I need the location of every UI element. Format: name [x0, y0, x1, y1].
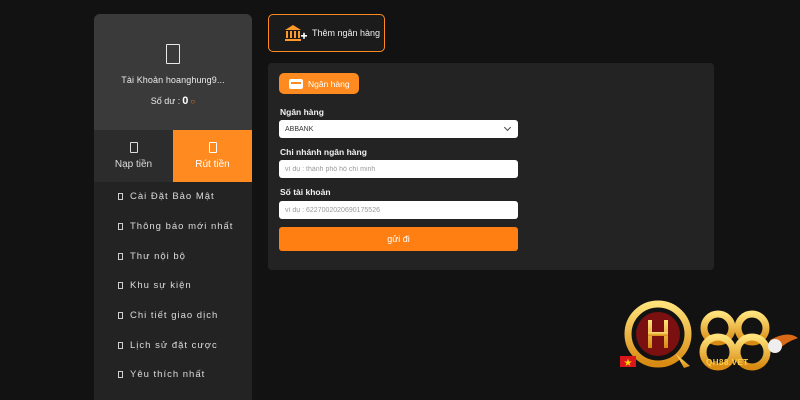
bank-card-icon	[289, 78, 303, 89]
bank-section-tag: Ngân hàng	[279, 73, 359, 94]
withdraw-form-panel: Ngân hàng Ngân hàng ABBANK Chi nhánh ngâ…	[268, 63, 714, 270]
tab-withdraw-label: Rút tiền	[195, 159, 230, 170]
sidebar-item-transactions[interactable]: Chi tiết giao dịch	[94, 301, 252, 331]
tab-withdraw[interactable]: Rút tiền	[173, 130, 252, 182]
account-card: Tài Khoản hoanghung9... Số dư : 0 ○	[94, 14, 252, 130]
tab-deposit-label: Nạp tiền	[114, 159, 153, 170]
bank-section-label: Ngân hàng	[308, 78, 350, 89]
account-name: Tài Khoản hoanghung9...	[121, 75, 225, 85]
account-number-input[interactable]	[279, 201, 518, 219]
favorite-icon	[118, 371, 123, 379]
transaction-icon	[118, 312, 123, 320]
sidebar: Tài Khoản hoanghung9... Số dư : 0 ○ Nạp …	[94, 14, 252, 400]
sidebar-item-label: Cài Đặt Bảo Mật	[130, 191, 215, 203]
brand-logo	[610, 290, 800, 400]
bank-select[interactable]: ABBANK	[279, 120, 518, 138]
add-bank-button[interactable]: Thêm ngân hàng	[268, 14, 385, 52]
branch-field-label: Chi nhánh ngân hàng	[280, 147, 367, 157]
notification-icon	[118, 223, 123, 231]
balance-label: Số dư :	[150, 96, 181, 106]
sidebar-item-label: Thông báo mới nhất	[130, 221, 234, 233]
sidebar-item-label: Lịch sử đặt cược	[130, 339, 218, 351]
add-bank-label: Thêm ngân hàng	[312, 28, 381, 38]
event-icon	[118, 282, 123, 290]
balance-value: 0	[182, 95, 189, 107]
balance-row: Số dư : 0 ○	[151, 95, 196, 107]
mail-icon	[118, 252, 123, 260]
avatar-icon	[166, 44, 180, 64]
sidebar-item-bet-history[interactable]: Lịch sử đặt cược	[94, 330, 252, 360]
refresh-balance-icon[interactable]: ○	[190, 97, 195, 106]
bank-select-value: ABBANK	[285, 125, 314, 133]
sidebar-item-label: Chi tiết giao dịch	[130, 310, 219, 322]
history-icon	[118, 341, 123, 349]
bank-field-label: Ngân hàng	[280, 107, 324, 117]
sidebar-item-label: Yêu thích nhất	[130, 369, 206, 381]
account-number-field-label: Số tài khoản	[280, 187, 331, 197]
sidebar-item-favorites[interactable]: Yêu thích nhất	[94, 360, 252, 390]
bank-plus-icon	[284, 24, 308, 42]
submit-button[interactable]: gửi đi	[279, 227, 518, 251]
sidebar-item-security[interactable]: Cài Đặt Bảo Mật	[94, 182, 252, 212]
chevron-down-icon	[503, 123, 512, 132]
brand-logo-text: QH88.VET	[706, 358, 749, 367]
sidebar-item-notifications[interactable]: Thông báo mới nhất	[94, 212, 252, 242]
deposit-icon	[129, 142, 138, 153]
sidebar-item-inbox[interactable]: Thư nội bộ	[94, 241, 252, 271]
sidebar-item-events[interactable]: Khu sự kiện	[94, 271, 252, 301]
sidebar-item-label: Khu sự kiện	[130, 280, 192, 292]
withdraw-icon	[208, 142, 217, 153]
sidebar-menu: Cài Đặt Bảo Mật Thông báo mới nhất Thư n…	[94, 182, 252, 390]
security-icon	[118, 193, 123, 201]
branch-input[interactable]	[279, 160, 518, 178]
transaction-tabs: Nạp tiền Rút tiền	[94, 130, 252, 182]
tab-deposit[interactable]: Nạp tiền	[94, 130, 173, 182]
sidebar-item-label: Thư nội bộ	[130, 250, 186, 262]
